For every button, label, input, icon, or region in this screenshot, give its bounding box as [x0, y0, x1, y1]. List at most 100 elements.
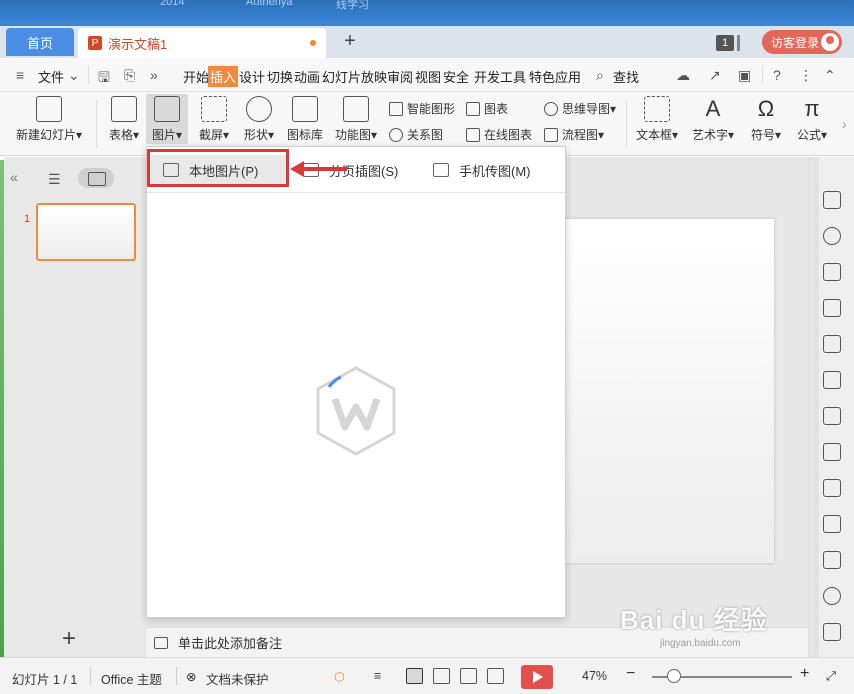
phone-transfer-option[interactable]: 手机传图(M) — [433, 155, 553, 185]
formula-button[interactable]: π 公式▾ — [792, 96, 832, 143]
function-chart-button[interactable]: 功能图▾ — [332, 96, 380, 143]
visitor-login-label: 访客登录 — [771, 35, 820, 50]
zoom-out-icon[interactable]: − — [626, 665, 635, 683]
collapse-pane-icon[interactable]: « — [10, 169, 18, 185]
zoom-slider-handle[interactable] — [667, 669, 681, 683]
avatar-icon — [821, 33, 839, 51]
fit-window-icon[interactable]: ⤢ — [826, 669, 836, 684]
menu-developer[interactable]: 开发工具 — [474, 67, 526, 86]
icon-library-icon — [292, 96, 318, 122]
visitor-login-button[interactable]: 访客登录 — [762, 30, 842, 54]
settings-sliders-icon[interactable] — [823, 407, 841, 425]
chevron-down-icon: ▾ — [175, 128, 183, 142]
shape-label: 形状 — [243, 128, 268, 142]
online-chart-label: 在线图表 — [484, 128, 533, 142]
word-art-button[interactable]: A 艺术字▾ — [688, 96, 738, 143]
chart-label: 图表 — [484, 102, 509, 116]
chart-button[interactable]: 图表 — [466, 100, 508, 117]
menu-security[interactable]: 安全 — [443, 67, 469, 86]
menu-special[interactable]: 特色应用 — [529, 67, 581, 86]
symbol-button[interactable]: Ω 符号▾ — [746, 96, 786, 143]
help-icon[interactable]: ? — [773, 67, 781, 83]
menu-transition[interactable]: 切换 — [267, 67, 293, 86]
menu-start[interactable]: 开始 — [183, 67, 209, 86]
ribbon-scroll-right-icon[interactable]: › — [842, 116, 847, 132]
save-icon[interactable]: 🖫 — [98, 67, 110, 91]
symbol-label: 符号 — [750, 128, 775, 142]
fill-icon[interactable] — [823, 263, 841, 281]
shield-icon[interactable] — [823, 623, 841, 641]
image-panel-icon[interactable] — [823, 443, 841, 461]
menu-review[interactable]: 审阅 — [387, 67, 413, 86]
text-box-button[interactable]: 文本框▾ — [632, 96, 682, 143]
menu-slideshow[interactable]: 幻灯片放映 — [322, 67, 387, 86]
share-icon[interactable]: ↗ — [709, 67, 721, 84]
relation-chart-button[interactable]: 关系图 — [389, 126, 443, 143]
flow-chart-button[interactable]: 流程图 ▾ — [544, 126, 604, 143]
window-count-badge[interactable]: 1 — [716, 35, 734, 51]
tab-home-label: 首页 — [26, 35, 53, 51]
reading-view-icon[interactable] — [460, 668, 477, 684]
export-icon[interactable] — [823, 479, 841, 497]
icon-library-button[interactable]: 图标库 — [284, 96, 326, 143]
more-options-icon[interactable]: ⋮ — [799, 67, 813, 84]
tab-document[interactable]: P 演示文稿1 — [78, 28, 326, 58]
mind-map-button[interactable]: 思维导图 ▾ — [544, 100, 616, 117]
format-painter-icon[interactable]: ⎘ — [124, 67, 135, 84]
protection-status[interactable]: 文档未保护 — [206, 669, 269, 688]
table-panel-icon[interactable] — [823, 299, 841, 317]
slide-thumbnail-pane: « ☰ 1 + — [4, 157, 146, 657]
transform-icon[interactable] — [823, 191, 841, 209]
sorter-view-icon[interactable] — [433, 668, 450, 684]
new-slide-button[interactable]: 新建幻灯片▾ — [14, 96, 84, 143]
zoom-in-icon[interactable]: + — [800, 665, 809, 683]
workspace-icon[interactable]: ▣ — [738, 67, 751, 84]
chevron-down-icon[interactable]: ⌄ — [68, 67, 80, 84]
shape-panel-icon[interactable] — [823, 227, 841, 245]
picture-button[interactable]: 图片▾ — [146, 94, 188, 144]
collapse-ribbon-icon[interactable]: ⌃ — [824, 67, 836, 84]
cloud-sync-icon[interactable]: ☁ — [676, 67, 690, 84]
slide-thumbnail[interactable] — [36, 203, 136, 261]
chart-icon — [466, 101, 480, 116]
hamburger-icon[interactable]: ≡ — [16, 67, 24, 83]
audio-icon[interactable] — [823, 587, 841, 605]
outline-view-icon[interactable]: ☰ — [48, 171, 61, 188]
thumbnail-view-toggle[interactable] — [78, 168, 114, 188]
archive-icon[interactable] — [823, 515, 841, 533]
tab-home[interactable]: 首页 — [6, 28, 74, 56]
menu-view[interactable]: 视图 — [415, 67, 441, 86]
menu-file[interactable]: 文件 — [38, 67, 64, 86]
smart-art-button[interactable]: 智能图形 — [389, 100, 455, 117]
tab-bar: 首页 P 演示文稿1 + 1 ▁ ☐ ✕ — [0, 26, 854, 58]
flow-chart-label: 流程图 — [562, 128, 599, 142]
menu-insert[interactable]: 插入 — [208, 66, 239, 87]
menu-search[interactable]: 查找 — [613, 67, 639, 86]
presenter-view-icon[interactable] — [487, 668, 504, 684]
notes-toggle-icon[interactable]: ≡ — [374, 669, 381, 683]
smart-beautify-icon[interactable]: ⬡ — [334, 669, 345, 684]
online-chart-button[interactable]: 在线图表 — [466, 126, 532, 143]
table-button[interactable]: 表格▾ — [104, 96, 144, 143]
chevron-down-icon: ▾ — [132, 128, 140, 142]
search-icon[interactable]: ⌕ — [596, 67, 604, 84]
vertical-scrollbar[interactable] — [809, 157, 819, 657]
screenshot-button[interactable]: 截屏▾ — [194, 96, 234, 143]
baidu-watermark: Bai du 经验 — [620, 600, 768, 637]
new-tab-button[interactable]: + — [338, 30, 362, 54]
play-slideshow-button[interactable] — [521, 665, 553, 689]
online-chart-icon — [466, 127, 480, 142]
desktop-text: 2014 — [160, 0, 185, 8]
grid-panel-icon[interactable] — [823, 335, 841, 353]
menu-animation[interactable]: 动画 — [294, 67, 320, 86]
theme-name[interactable]: Office 主题 — [101, 669, 162, 688]
menu-design[interactable]: 设计 — [239, 67, 265, 86]
more-chevrons-icon[interactable]: » — [150, 67, 158, 83]
slide[interactable] — [564, 219, 774, 563]
picture-panel-icon[interactable] — [823, 551, 841, 569]
add-slide-button[interactable]: + — [62, 625, 76, 653]
zoom-level[interactable]: 47% — [582, 669, 607, 683]
normal-view-icon[interactable] — [406, 668, 423, 684]
shape-button[interactable]: 形状▾ — [238, 96, 280, 143]
chart-panel-icon[interactable] — [823, 371, 841, 389]
